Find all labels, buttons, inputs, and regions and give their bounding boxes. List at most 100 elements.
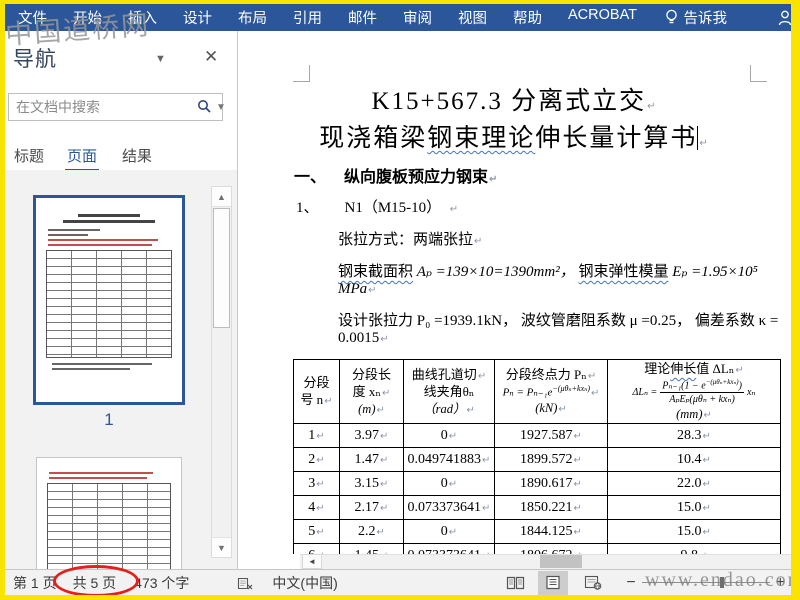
doc-line-tension-method: 张拉方式：两端张拉↵ xyxy=(338,232,483,248)
ribbon-tab-bar: 文件 开始 插入 设计 布局 引用 邮件 审阅 视图 帮助 ACROBAT 告诉我 xyxy=(5,4,791,31)
ribbon-tab-2[interactable]: 开始 xyxy=(60,7,115,28)
table-row: 1↵ 3.97↵ 0↵ 1927.587↵ 28.3↵ xyxy=(293,423,781,449)
status-page-indicator[interactable]: 第 1 页 xyxy=(13,573,57,593)
nav-scroll-down-icon[interactable]: ▼ xyxy=(212,537,231,557)
table-cell: 1850.221↵ xyxy=(494,495,608,521)
zoom-in-button[interactable]: + xyxy=(770,574,791,592)
table-cell: 3↵ xyxy=(293,471,340,497)
ribbon-tab-6[interactable]: 引用 xyxy=(280,7,335,28)
table-cell: 1↵ xyxy=(293,423,340,449)
status-page-total[interactable]: 共 5 页 xyxy=(73,573,117,593)
zoom-out-button[interactable]: − xyxy=(620,574,641,592)
table-cell: 15.0↵ xyxy=(607,495,781,521)
table-cell: 1.45↵ xyxy=(339,543,404,554)
word-window: 文件 开始 插入 设计 布局 引用 邮件 审阅 视图 帮助 ACROBAT 告诉我 导航 xyxy=(0,0,800,600)
doc-horizontal-scrollbar[interactable]: ◄ xyxy=(238,554,791,569)
nav-pane-menu-caret-icon[interactable]: ▼ xyxy=(155,53,166,65)
print-layout-view-button[interactable] xyxy=(538,570,569,595)
lightbulb-icon xyxy=(665,9,678,26)
nav-scroll-up-icon[interactable]: ▲ xyxy=(212,187,231,207)
nav-scrollbar[interactable]: ▲ ▼ xyxy=(211,186,232,558)
table-cell: 0.049741883↵ xyxy=(403,447,495,473)
ribbon-tab-7[interactable]: 邮件 xyxy=(335,7,390,28)
col-header-tangent-angle: 曲线孔道切↵ 线夹角θₙ （rad）↵ xyxy=(403,358,495,425)
status-bar: 第 1 页 共 5 页 473 个字 中文(中国) − + xyxy=(5,569,791,595)
col-header-segment-no: 分段 号 n↵ xyxy=(293,358,340,425)
doc-heading-1: 一、 纵向腹板预应力钢束↵ xyxy=(294,169,498,186)
doc-item-n1: 1、 N1（M15-10） ↵ xyxy=(296,200,459,216)
ribbon-tabs: 文件 开始 插入 设计 布局 引用 邮件 审阅 视图 帮助 ACROBAT xyxy=(5,7,650,28)
ribbon-tab-5[interactable]: 布局 xyxy=(225,7,280,28)
search-dropdown-caret-icon[interactable]: ▼ xyxy=(216,102,226,113)
web-layout-view-button[interactable] xyxy=(578,571,608,595)
table-cell: 9.8↵ xyxy=(607,543,781,554)
navigation-pane: 导航 ▼ ✕ ▼ 标题 页面 结果 xyxy=(5,31,238,569)
calculation-table: 分段 号 n↵ 分段长 度 xₙ↵ (m)↵ 曲线孔道切↵ 线夹角θₙ （rad… xyxy=(293,358,781,554)
hscroll-thumb[interactable] xyxy=(540,555,582,568)
table-cell: 1927.587↵ xyxy=(494,423,608,449)
status-word-count[interactable]: 473 个字 xyxy=(134,573,189,593)
doc-line-design-force: 设计张拉力 P₀ =1939.1kN， 波纹管磨阻系数 μ =0.25， 偏差系… xyxy=(338,313,779,346)
table-header-row: 分段 号 n↵ 分段长 度 xₙ↵ (m)↵ 曲线孔道切↵ 线夹角θₙ （rad… xyxy=(293,358,781,425)
table-cell: 2.17↵ xyxy=(339,495,404,521)
doc-title-line2: 现浇箱梁钢束理论伸长量计算书 ↵ xyxy=(319,125,710,152)
page-thumbnail-1[interactable] xyxy=(33,195,185,405)
ribbon-tab-3[interactable]: 插入 xyxy=(115,7,170,28)
margin-cropmark-topleft xyxy=(293,65,310,82)
table-cell: 5↵ xyxy=(293,519,340,545)
ribbon-tab-8[interactable]: 审阅 xyxy=(390,7,445,28)
nav-pane-close-icon[interactable]: ✕ xyxy=(204,47,218,67)
table-cell: 22.0↵ xyxy=(607,471,781,497)
status-language[interactable]: 中文(中国) xyxy=(272,573,337,593)
table-cell: 3.15↵ xyxy=(339,471,404,497)
read-mode-view-button[interactable] xyxy=(500,571,530,595)
table-cell: 4↵ xyxy=(293,495,340,521)
table-cell: 2.2↵ xyxy=(339,519,404,545)
table-cell: 0↵ xyxy=(403,471,495,497)
table-cell: 1890.617↵ xyxy=(494,471,608,497)
document-page[interactable]: K15+567.3 分离式立交↵ 现浇箱梁钢束理论伸长量计算书 ↵ 一、 纵向腹板预… xyxy=(238,31,791,554)
nav-tab-headings[interactable]: 标题 xyxy=(14,145,44,166)
table-cell: 2↵ xyxy=(293,447,340,473)
nav-tab-pages[interactable]: 页面 xyxy=(64,145,100,172)
zoom-slider-handle[interactable] xyxy=(719,577,724,588)
table-cell: 0.073373641↵ xyxy=(403,495,495,521)
table-cell: 1806.672↵ xyxy=(494,543,608,554)
table-cell: 15.0↵ xyxy=(607,519,781,545)
search-input[interactable] xyxy=(9,99,197,115)
margin-cropmark-topright xyxy=(750,65,767,82)
table-cell: 0↵ xyxy=(403,423,495,449)
ribbon-tab-9[interactable]: 视图 xyxy=(445,7,500,28)
table-cell: 3.97↵ xyxy=(339,423,404,449)
table-row: 5↵ 2.2↵ 0↵ 1844.125↵ 15.0↵ xyxy=(293,519,781,545)
table-row: 6↵1.45↵0.073373641↵1806.672↵9.8↵ xyxy=(293,543,781,554)
tell-me-button[interactable]: 告诉我 xyxy=(655,7,738,28)
table-row: 4↵ 2.17↵ 0.073373641↵ 1850.221↵ 15.0↵ xyxy=(293,495,781,521)
ribbon-tab-4[interactable]: 设计 xyxy=(170,7,225,28)
nav-search-box: ▼ xyxy=(8,93,226,121)
table-cell: 10.4↵ xyxy=(607,447,781,473)
table-cell: 6↵ xyxy=(293,543,340,554)
doc-title-line1: K15+567.3 分离式立交↵ xyxy=(371,88,658,115)
proofing-errors-icon[interactable] xyxy=(237,574,254,591)
nav-scroll-thumb[interactable] xyxy=(213,208,230,328)
hscroll-left-arrow-icon[interactable]: ◄ xyxy=(302,554,322,569)
table-cell: 1844.125↵ xyxy=(494,519,608,545)
page-thumbnail-2[interactable] xyxy=(36,457,182,569)
ribbon-tab-11[interactable]: ACROBAT xyxy=(555,7,650,28)
col-header-segment-length: 分段长 度 xₙ↵ (m)↵ xyxy=(339,358,404,425)
nav-pane-title: 导航 xyxy=(13,48,57,71)
search-icon[interactable] xyxy=(197,98,212,116)
nav-tab-results[interactable]: 结果 xyxy=(122,145,152,166)
doc-line-area-modulus: 钢束截面积 Aₚ =139×10=1390mm²， 钢束弹性模量 Eₚ =1.9… xyxy=(338,264,758,297)
ribbon-tab-1[interactable]: 文件 xyxy=(5,7,60,28)
zoom-slider[interactable] xyxy=(641,577,770,588)
nav-tabs: 标题 页面 结果 xyxy=(5,141,238,172)
table-row: 3↵ 3.15↵ 0↵ 1890.617↵ 22.0↵ xyxy=(293,471,781,497)
table-cell: 1.47↵ xyxy=(339,447,404,473)
ribbon-tab-10[interactable]: 帮助 xyxy=(500,7,555,28)
share-person-icon[interactable] xyxy=(777,9,791,27)
page-thumbnails-area: 1 ▲ ▼ xyxy=(5,170,237,569)
table-row: 2↵ 1.47↵ 0.049741883↵ 1899.572↵ 10.4↵ xyxy=(293,447,781,473)
tell-me-label: 告诉我 xyxy=(683,11,728,27)
